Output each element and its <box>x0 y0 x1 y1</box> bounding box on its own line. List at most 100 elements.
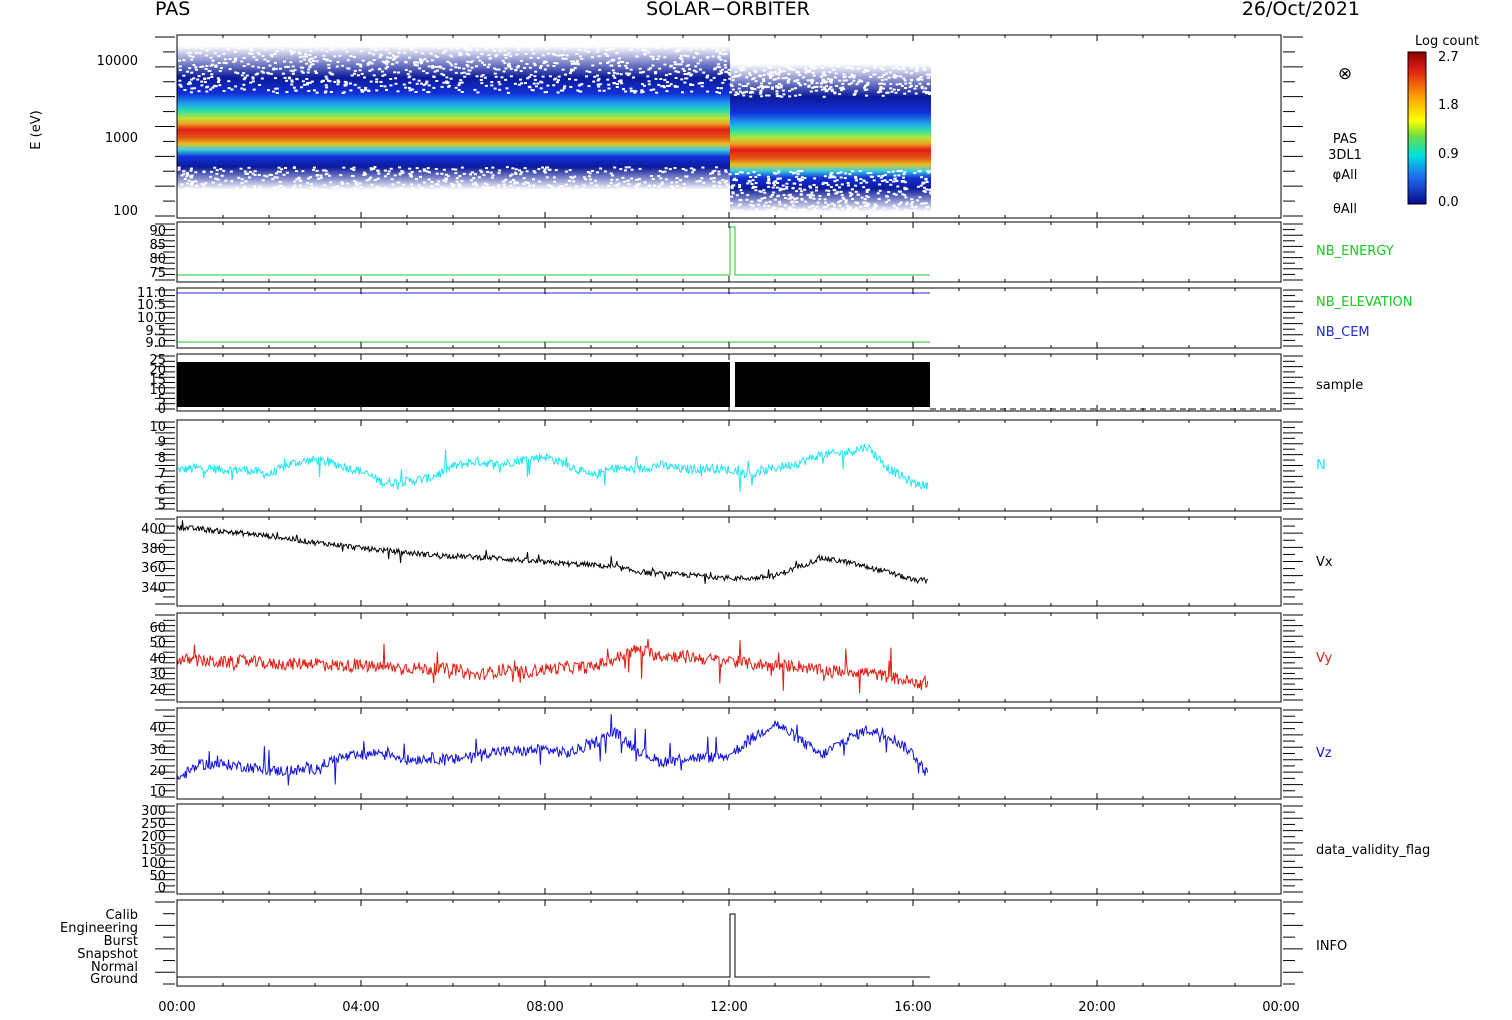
spectrogram-speckle <box>922 67 926 70</box>
spectrogram-speckle <box>346 182 350 185</box>
spectrogram-speckle <box>880 79 884 82</box>
spectrogram-speckle <box>295 178 299 181</box>
spectrogram-speckle <box>735 179 738 182</box>
spectrogram-speckle <box>190 174 194 177</box>
spectrogram-speckle <box>607 87 611 90</box>
spectrogram-speckle <box>782 210 786 213</box>
spectrogram-speckle <box>892 192 896 195</box>
spectrogram-speckle <box>771 86 775 89</box>
spectrogram-speckle <box>731 76 735 79</box>
spectrogram-speckle <box>269 72 273 75</box>
spectrogram-speckle <box>892 73 896 76</box>
spectrogram-speckle <box>669 83 673 86</box>
spectrogram-speckle <box>654 72 657 75</box>
spectrogram-speckle <box>819 75 823 78</box>
spectrogram-speckle <box>528 184 532 187</box>
spectrogram-speckle <box>836 209 840 212</box>
spectrogram-speckle <box>889 183 893 186</box>
spectrogram-speckle <box>272 67 276 70</box>
spectrogram-speckle <box>727 68 731 71</box>
spectrogram-speckle <box>597 55 601 58</box>
spectrogram-speckle <box>437 180 441 183</box>
spectrogram-speckle <box>781 89 785 92</box>
spectrogram-speckle <box>511 178 515 181</box>
spectrogram-speckle <box>328 59 332 62</box>
spectrogram-speckle <box>194 66 198 69</box>
spectrogram-speckle <box>779 188 783 191</box>
spectrogram-speckle <box>502 183 506 186</box>
spectrogram-speckle <box>609 172 613 175</box>
spectrogram-speckle <box>869 175 873 178</box>
spectrogram-speckle <box>625 67 629 70</box>
spectrogram-speckle <box>663 86 666 89</box>
spectrogram-speckle <box>920 176 923 179</box>
spectrogram-speckle <box>578 55 582 58</box>
spectrogram-speckle <box>293 189 297 192</box>
spectrogram-speckle <box>410 88 414 91</box>
spectrogram-speckle <box>546 84 550 87</box>
spectrogram-speckle <box>418 170 422 173</box>
spectrogram-speckle <box>892 88 896 91</box>
spectrogram-speckle <box>511 167 515 170</box>
spectrogram-speckle <box>823 74 827 77</box>
spectrogram-speckle <box>211 181 215 184</box>
spectrogram-speckle <box>899 170 903 173</box>
spectrogram-speckle <box>201 65 205 68</box>
spectrogram-speckle <box>404 86 408 89</box>
spectrogram-speckle <box>884 201 888 204</box>
spectrogram-speckle <box>615 86 619 88</box>
spectrogram-speckle <box>188 54 192 57</box>
spectrogram-speckle <box>789 170 793 173</box>
spectrogram-speckle <box>641 49 645 52</box>
spectrogram-speckle <box>503 49 507 52</box>
spectrogram-speckle <box>537 180 541 183</box>
spectrogram-speckle <box>294 170 298 173</box>
spectrogram-speckle <box>777 73 781 76</box>
spectrogram-speckle <box>897 68 901 70</box>
spectrogram-speckle <box>543 168 547 171</box>
spectrogram-speckle <box>590 189 594 192</box>
spectrogram-speckle <box>383 85 387 88</box>
spectrogram-speckle <box>336 83 340 86</box>
spectrogram-speckle <box>731 88 735 91</box>
spectrogram-speckle <box>718 185 722 188</box>
spectrogram-speckle <box>301 71 305 74</box>
spectrogram-speckle <box>619 189 623 192</box>
spectrogram-speckle <box>545 176 549 179</box>
spectrogram-speckle <box>242 65 246 67</box>
spectrogram-speckle <box>647 83 651 86</box>
spectrogram-speckle <box>376 186 380 189</box>
spectrogram-speckle <box>903 79 907 82</box>
spectrogram-speckle <box>499 46 503 49</box>
spectrogram-speckle <box>619 73 623 76</box>
spectrogram-speckle <box>328 71 332 74</box>
spectrogram-speckle <box>327 63 331 66</box>
spectrogram-speckle <box>432 86 436 89</box>
spectrogram-speckle <box>402 183 406 186</box>
spectrogram-speckle <box>414 91 418 93</box>
spectrogram-speckle <box>777 77 780 80</box>
spectrogram-speckle <box>309 183 313 186</box>
spectrogram-speckle <box>493 87 497 90</box>
spectrogram-speckle <box>910 198 914 201</box>
spectrogram-speckle <box>664 47 668 50</box>
spectrogram-speckle <box>440 186 444 189</box>
spectrogram-speckle <box>904 71 908 74</box>
spectrogram-speckle <box>916 185 920 188</box>
spectrogram-speckle <box>247 166 251 169</box>
spectrogram-speckle <box>449 68 453 71</box>
spectrogram-speckle <box>509 184 513 187</box>
spectrogram-speckle <box>275 87 279 90</box>
spectrogram-speckle <box>335 65 339 68</box>
spectrogram-speckle <box>193 87 196 90</box>
spectrogram-speckle <box>858 170 862 172</box>
spectrogram-speckle <box>234 57 237 60</box>
spectrogram-speckle <box>659 177 663 180</box>
spectrogram-speckle <box>777 170 781 173</box>
spectrogram-speckle <box>325 86 329 89</box>
info-ytick-ground: Ground <box>90 972 138 987</box>
spectrogram-speckle <box>787 66 791 69</box>
spectrogram-speckle <box>277 166 281 169</box>
spectrogram-speckle <box>402 83 406 86</box>
spectrogram-speckle <box>209 56 213 59</box>
